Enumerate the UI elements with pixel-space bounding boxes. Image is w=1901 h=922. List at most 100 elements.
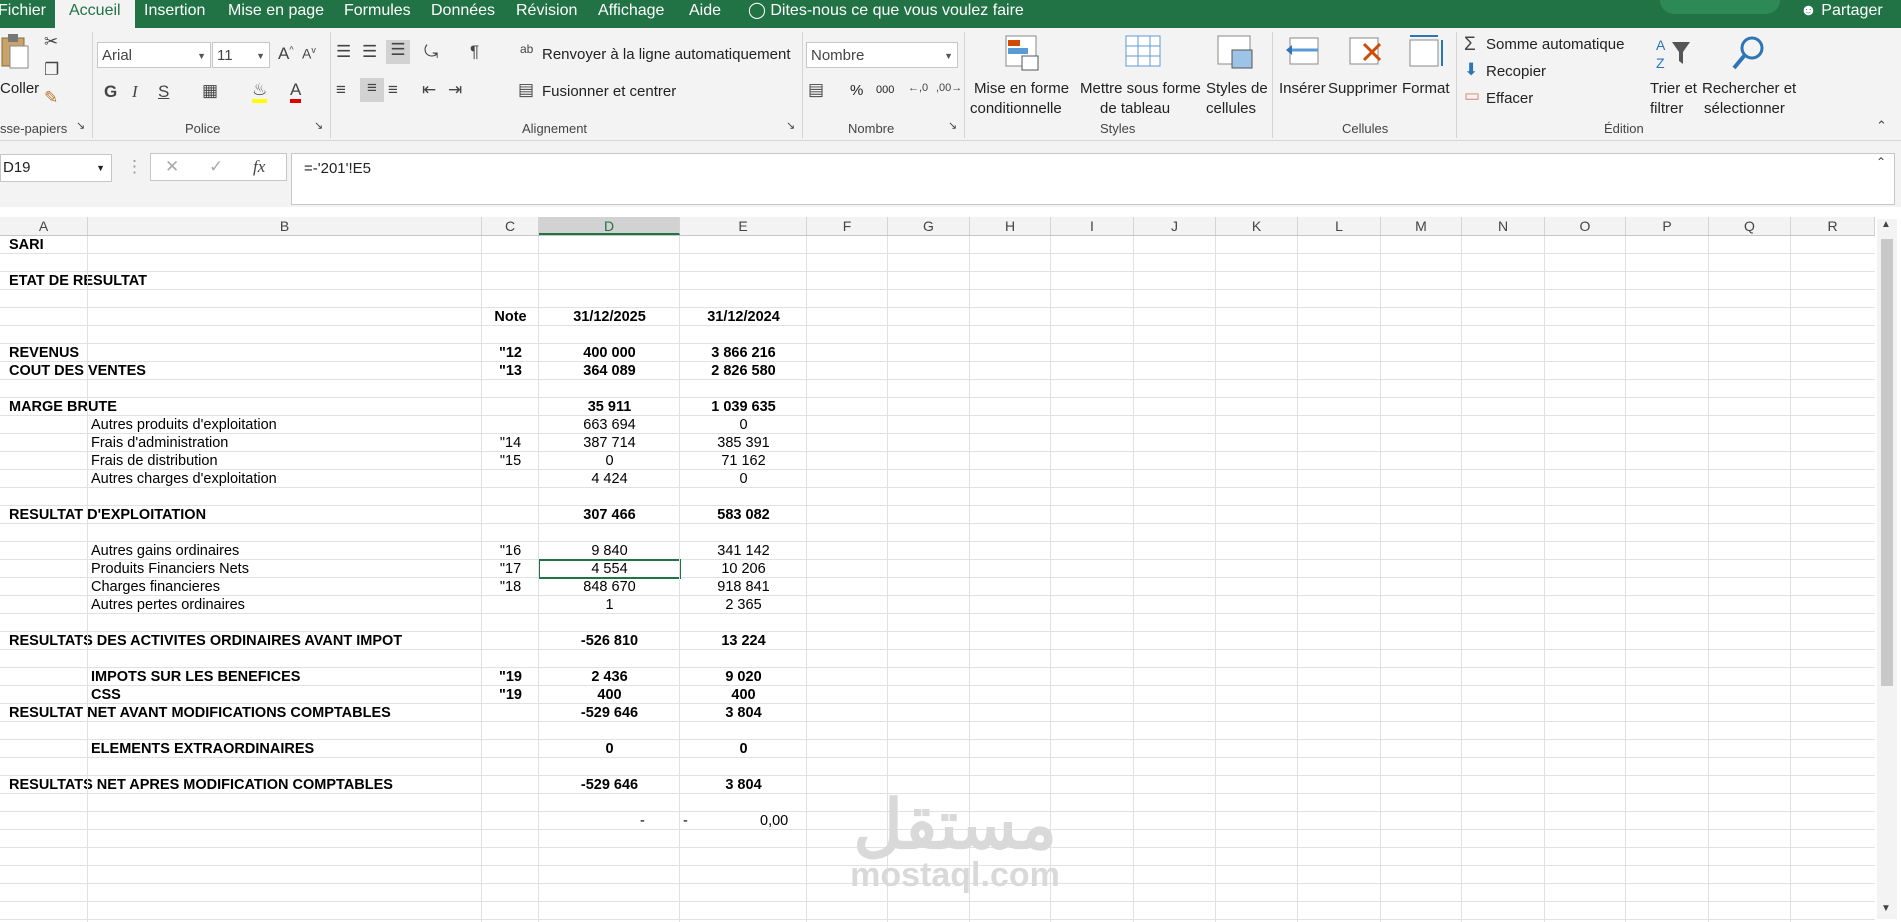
cell-d[interactable]: 400 000 xyxy=(539,344,680,362)
align-left-icon[interactable]: ≡ xyxy=(336,80,346,100)
cell-c[interactable]: "18 xyxy=(482,578,539,596)
column-header-o[interactable]: O xyxy=(1545,217,1626,235)
find-select-label-2[interactable]: sélectionner xyxy=(1704,100,1785,117)
column-header-j[interactable]: J xyxy=(1134,217,1216,235)
borders-icon[interactable]: ▦ xyxy=(202,81,218,101)
cell-b[interactable]: ELEMENTS EXTRAORDINAIRES xyxy=(91,740,314,758)
autosum-icon[interactable]: Σ xyxy=(1464,34,1476,56)
delete-cells-button[interactable]: Supprimer xyxy=(1328,80,1397,97)
cell-a[interactable]: RESULTATS DES ACTIVITES ORDINAIRES AVANT… xyxy=(9,632,402,650)
cell-b[interactable]: Produits Financiers Nets xyxy=(91,560,249,578)
sort-filter-icon[interactable]: AZ xyxy=(1654,34,1694,74)
cell-d[interactable]: 4 424 xyxy=(539,470,680,488)
eraser-icon[interactable]: ▭ xyxy=(1464,86,1480,106)
increase-font-icon[interactable]: A^ xyxy=(278,44,294,64)
column-header-d[interactable]: D xyxy=(539,217,680,235)
insert-cells-icon[interactable] xyxy=(1284,34,1324,74)
cell-a[interactable]: RESULTAT NET AVANT MODIFICATIONS COMPTAB… xyxy=(9,704,391,722)
align-middle-icon[interactable]: ☰ xyxy=(362,42,377,62)
cell-d[interactable]: -526 810 xyxy=(539,632,680,650)
cell-e[interactable]: 9 020 xyxy=(680,668,807,686)
tab-aide[interactable]: Aide xyxy=(689,0,721,28)
conditional-format-label-1[interactable]: Mise en forme xyxy=(974,80,1069,97)
cell-e[interactable]: 13 224 xyxy=(680,632,807,650)
cell-c[interactable]: "16 xyxy=(482,542,539,560)
cell-c[interactable]: "15 xyxy=(482,452,539,470)
cell-e[interactable]: 0 xyxy=(680,416,807,434)
cell-d[interactable]: 9 840 xyxy=(539,542,680,560)
enter-icon[interactable]: ✓ xyxy=(209,157,223,177)
paste-label[interactable]: Coller xyxy=(0,80,39,97)
cell-e[interactable]: 0,00 xyxy=(760,812,788,830)
cell-d[interactable]: 2 436 xyxy=(539,668,680,686)
cell-e[interactable]: 0 xyxy=(680,470,807,488)
dialog-launcher-icon[interactable]: ↘ xyxy=(314,119,323,132)
fill-color-icon[interactable]: ♨ xyxy=(252,80,268,103)
cell-e[interactable]: 71 162 xyxy=(680,452,807,470)
conditional-format-label-2[interactable]: conditionnelle xyxy=(970,100,1062,117)
cell-b[interactable]: Charges financieres xyxy=(91,578,220,596)
column-header-m[interactable]: M xyxy=(1381,217,1462,235)
dialog-launcher-icon[interactable]: ↘ xyxy=(786,119,795,132)
cell-styles-label-2[interactable]: cellules xyxy=(1206,100,1256,117)
increase-indent-icon[interactable]: ⇥ xyxy=(448,80,462,100)
cell-b[interactable]: Autres pertes ordinaires xyxy=(91,596,245,614)
increase-decimal-icon[interactable]: ←,0 xyxy=(908,82,928,94)
cell-d[interactable]: 1 xyxy=(539,596,680,614)
fill-button[interactable]: Recopier xyxy=(1486,63,1546,80)
format-painter-icon[interactable]: ✎ xyxy=(44,88,58,108)
cell-e[interactable]: 2 365 xyxy=(680,596,807,614)
wrap-text-button[interactable]: Renvoyer à la ligne automatiquement xyxy=(542,46,790,63)
cell-a[interactable]: COUT DES VENTES xyxy=(9,362,146,380)
cell-d[interactable]: 848 670 xyxy=(539,578,680,596)
text-direction-icon[interactable]: ¶ xyxy=(470,42,479,62)
decrease-decimal-icon[interactable]: ,00→ xyxy=(936,82,962,94)
italic-icon[interactable]: I xyxy=(132,82,138,102)
merge-center-button[interactable]: Fusionner et centrer xyxy=(542,83,676,100)
column-header-a[interactable]: A xyxy=(0,217,88,235)
thousands-button[interactable]: 000 xyxy=(876,84,894,96)
cell-e[interactable]: 1 039 635 xyxy=(680,398,807,416)
cell-c[interactable]: "12 xyxy=(482,344,539,362)
scroll-down-icon[interactable]: ▼ xyxy=(1881,903,1891,914)
cell-e[interactable]: 3 866 216 xyxy=(680,344,807,362)
cell-d[interactable]: 400 xyxy=(539,686,680,704)
cell-d[interactable]: 31/12/2025 xyxy=(539,308,680,326)
column-header-k[interactable]: K xyxy=(1216,217,1298,235)
cell-d[interactable]: 663 694 xyxy=(539,416,680,434)
tab-mise-en-page[interactable]: Mise en page xyxy=(228,0,324,28)
font-color-icon[interactable]: A xyxy=(290,80,302,103)
autosum-button[interactable]: Somme automatique xyxy=(1486,36,1624,53)
column-header-e[interactable]: E xyxy=(680,217,807,235)
tab-donnees[interactable]: Données xyxy=(431,0,495,28)
formula-input[interactable]: =-'201'!E5 xyxy=(291,153,1895,205)
expand-formula-icon[interactable]: ⌃ xyxy=(1876,155,1886,169)
font-size-select[interactable]: 11 ▼ xyxy=(212,42,270,68)
delete-cells-icon[interactable] xyxy=(1346,34,1386,74)
format-table-label-2[interactable]: de tableau xyxy=(1100,100,1170,117)
cell-b[interactable]: Autres gains ordinaires xyxy=(91,542,239,560)
cell-d[interactable]: 0 xyxy=(539,452,680,470)
find-select-icon[interactable] xyxy=(1728,34,1768,74)
cell-e[interactable]: 918 841 xyxy=(680,578,807,596)
cell-d[interactable]: 364 089 xyxy=(539,362,680,380)
cell-d[interactable]: 387 714 xyxy=(539,434,680,452)
align-right-icon[interactable]: ≡ xyxy=(388,80,398,100)
column-header-g[interactable]: G xyxy=(888,217,970,235)
merge-center-icon[interactable]: ▤ xyxy=(518,80,534,100)
cell-e[interactable]: 3 804 xyxy=(680,704,807,722)
cell-a[interactable]: RESULTATS NET APRES MODIFICATION COMPTAB… xyxy=(9,776,393,794)
cell-d[interactable]: -529 646 xyxy=(539,704,680,722)
bold-icon[interactable]: G xyxy=(104,82,117,102)
collapse-ribbon-icon[interactable]: ⌃ xyxy=(1876,118,1887,134)
align-bottom-icon[interactable]: ☰ xyxy=(386,40,410,64)
column-header-h[interactable]: H xyxy=(970,217,1051,235)
tab-revision[interactable]: Révision xyxy=(516,0,577,28)
cell-d[interactable]: 35 911 xyxy=(539,398,680,416)
column-header-b[interactable]: B xyxy=(88,217,482,235)
scroll-up-icon[interactable]: ▲ xyxy=(1881,219,1891,230)
scroll-thumb[interactable] xyxy=(1881,239,1893,686)
number-format-select[interactable]: Nombre ▼ xyxy=(806,42,958,68)
column-header-n[interactable]: N xyxy=(1462,217,1545,235)
tab-accueil[interactable]: Accueil xyxy=(55,0,135,30)
